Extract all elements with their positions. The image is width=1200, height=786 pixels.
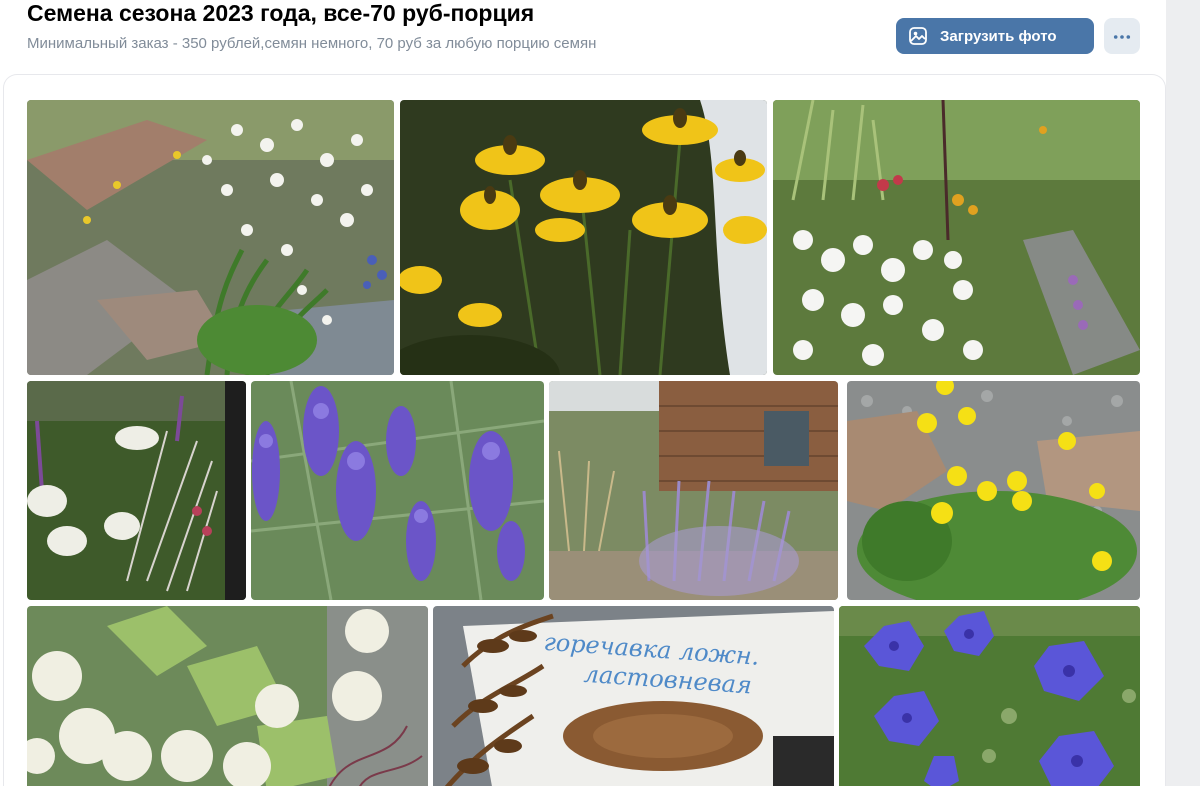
more-dots-icon [1113,27,1131,45]
album-description: Минимальный заказ - 350 рублей,семян нем… [27,35,597,52]
photo-seed-packet[interactable]: горечавка ложн. ластовневая [433,606,834,786]
album-title: Семена сезона 2023 года, все-70 руб-порц… [27,0,535,26]
upload-photo-button[interactable]: Загрузить фото [896,18,1094,54]
photo-white-bee-balm-garden[interactable] [773,100,1140,375]
photo-yellow-potentilla[interactable] [847,381,1140,600]
photo-yellow-coneflowers[interactable] [400,100,767,375]
album-header: Семена сезона 2023 года, все-70 руб-порц… [0,0,1166,72]
right-gutter [1166,0,1200,786]
photo-upload-icon [908,26,928,46]
photo-blue-balloon-flowers[interactable] [839,606,1140,786]
more-options-button[interactable] [1104,18,1140,54]
photo-white-clematis-vine[interactable] [27,606,428,786]
upload-photo-label: Загрузить фото [940,27,1057,45]
photo-veronicastrum-white-umbels[interactable] [27,381,246,600]
photo-white-flowers-rock-garden[interactable] [27,100,394,375]
photo-perovskia-house[interactable] [549,381,838,600]
photo-purple-skullcap[interactable] [251,381,544,600]
